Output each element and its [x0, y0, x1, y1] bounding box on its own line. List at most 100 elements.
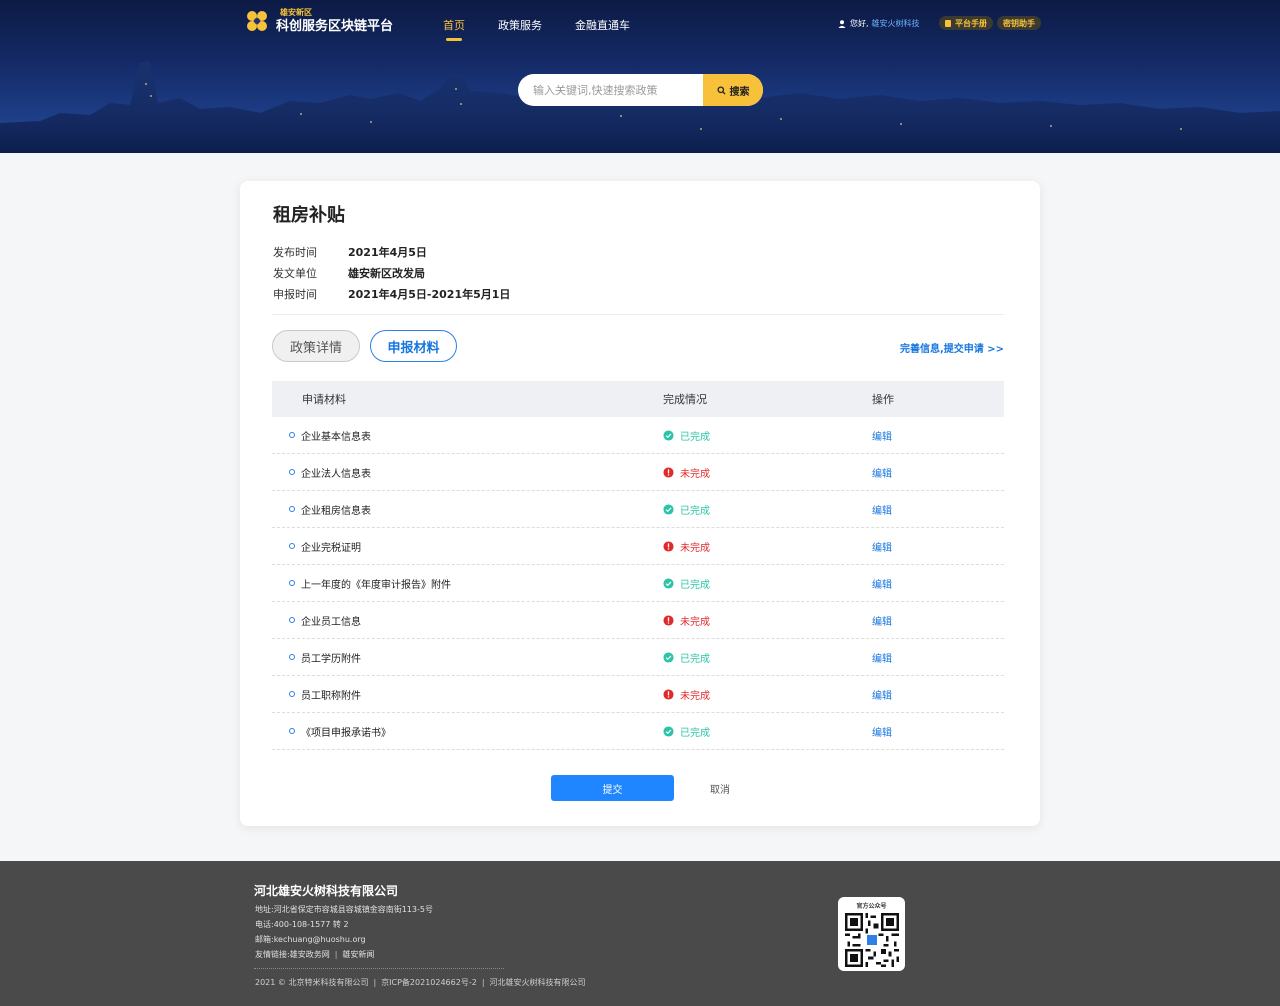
edit-link[interactable]: 编辑 — [872, 502, 1004, 517]
key-helper-label: 密钥助手 — [1003, 18, 1035, 28]
meta-key: 发文单位 — [273, 266, 317, 280]
search-input[interactable] — [518, 74, 703, 106]
username-link[interactable]: 雄安火树科技 — [872, 18, 920, 29]
cancel-button[interactable]: 取消 — [700, 775, 740, 801]
footer-email: 邮箱:kechuang@huoshu.org — [255, 935, 366, 944]
material-cell: 员工职称附件 — [272, 687, 663, 702]
platform-logo[interactable]: 雄安新区 科创服务区块链平台 — [246, 9, 393, 33]
footer-link-xiongan-news[interactable]: 雄安新闻 — [342, 950, 374, 959]
status-cell: 未完成 — [663, 465, 872, 480]
status-cell: 已完成 — [663, 650, 872, 665]
edit-link[interactable]: 编辑 — [872, 539, 1004, 554]
greeting-text: 您好, — [850, 19, 869, 28]
nav-policy-service[interactable]: 政策服务 — [498, 17, 542, 33]
tab-application-materials[interactable]: 申报材料 — [370, 330, 457, 362]
separator: | — [334, 950, 338, 959]
edit-link[interactable]: 编辑 — [872, 650, 1004, 665]
table-row: 员工职称附件 未完成 编辑 — [272, 676, 1004, 713]
status-cell: 未完成 — [663, 613, 872, 628]
meta-value: 雄安新区改发局 — [348, 266, 425, 280]
bullet-icon — [289, 506, 295, 512]
table-body: 企业基本信息表 已完成 编辑 企业法人信息表 未完成 编辑 企业租房信息表 已完成 编辑 企业完税… — [272, 417, 1004, 750]
material-cell: 企业租房信息表 — [272, 502, 663, 517]
check-circle-icon — [663, 577, 674, 589]
meta-row-apply-period: 申报时间 2021年4月5日-2021年5月1日 — [273, 283, 510, 304]
status-text: 未完成 — [680, 542, 710, 554]
material-name: 企业法人信息表 — [301, 468, 371, 480]
search-icon — [716, 85, 726, 95]
nav-home[interactable]: 首页 — [443, 17, 465, 41]
user-icon — [838, 19, 846, 28]
material-name: 企业基本信息表 — [301, 431, 371, 443]
edit-link[interactable]: 编辑 — [872, 724, 1004, 739]
material-cell: 员工学历附件 — [272, 650, 663, 665]
book-icon — [945, 19, 951, 27]
tab-policy-details[interactable]: 政策详情 — [272, 330, 360, 362]
submit-button[interactable]: 提交 — [551, 775, 674, 801]
edit-link[interactable]: 编辑 — [872, 613, 1004, 628]
status-cell: 已完成 — [663, 724, 872, 739]
copyright-company: 河北雄安火树科技有限公司 — [489, 978, 586, 987]
material-cell: 企业员工信息 — [272, 613, 663, 628]
search-button[interactable]: 搜索 — [703, 74, 763, 106]
key-helper-button[interactable]: 密钥助手 — [997, 16, 1041, 30]
copyright-text: 2021 © 北京特米科技有限公司 — [255, 978, 369, 987]
status-text: 已完成 — [680, 653, 710, 665]
check-circle-icon — [663, 429, 674, 441]
material-cell: 企业基本信息表 — [272, 428, 663, 443]
edit-link[interactable]: 编辑 — [872, 465, 1004, 480]
edit-link[interactable]: 编辑 — [872, 687, 1004, 702]
column-header-status: 完成情况 — [663, 393, 707, 406]
footer-phone: 电话:400-108-1577 转 2 — [255, 920, 349, 929]
column-header-material: 申请材料 — [302, 393, 346, 406]
complete-info-link[interactable]: 完善信息,提交申请 >> — [900, 340, 1004, 355]
footer-link-xiongan-gov[interactable]: 雄安政务网 — [290, 950, 330, 959]
meta-key: 申报时间 — [273, 287, 317, 301]
icp-record[interactable]: 京ICP备2021024662号-2 — [381, 978, 477, 987]
table-row: 上一年度的《年度审计报告》附件 已完成 编辑 — [272, 565, 1004, 602]
bullet-icon — [289, 580, 295, 586]
status-text: 已完成 — [680, 431, 710, 443]
platform-manual-label: 平台手册 — [955, 18, 987, 28]
footer-copyright: 2021 © 北京特米科技有限公司 | 京ICP备2021024662号-2 | 河北雄… — [255, 977, 586, 988]
material-cell: 《项目申报承诺书》 — [272, 724, 663, 739]
status-text: 未完成 — [680, 616, 710, 628]
check-circle-icon — [663, 503, 674, 515]
hero-banner: 雄安新区 科创服务区块链平台 首页 政策服务 金融直通车 您好, 雄安火树科技 … — [0, 0, 1280, 153]
main-nav: 首页 政策服务 金融直通车 — [443, 17, 663, 41]
logo-subtitle: 雄安新区 — [280, 8, 312, 17]
alert-circle-icon — [663, 614, 674, 626]
bullet-icon — [289, 728, 295, 734]
material-cell: 企业法人信息表 — [272, 465, 663, 480]
footer-divider — [254, 968, 504, 969]
platform-manual-button[interactable]: 平台手册 — [939, 16, 993, 30]
footer-links-label: 友情链接: — [255, 950, 290, 959]
bullet-icon — [289, 543, 295, 549]
material-name: 员工学历附件 — [301, 653, 361, 665]
table-row: 企业法人信息表 未完成 编辑 — [272, 454, 1004, 491]
check-circle-icon — [663, 651, 674, 663]
bullet-icon — [289, 469, 295, 475]
logo-title: 科创服务区块链平台 — [276, 19, 394, 34]
separator: | — [373, 978, 377, 987]
table-row: 企业员工信息 未完成 编辑 — [272, 602, 1004, 639]
check-circle-icon — [663, 725, 674, 737]
divider — [272, 314, 1004, 315]
meta-value: 2021年4月5日-2021年5月1日 — [348, 287, 511, 301]
edit-link[interactable]: 编辑 — [872, 428, 1004, 443]
material-name: 《项目申报承诺书》 — [301, 727, 391, 739]
edit-link[interactable]: 编辑 — [872, 576, 1004, 591]
policy-meta: 发布时间 2021年4月5日 发文单位 雄安新区改发局 申报时间 2021年4月… — [273, 241, 510, 304]
material-cell: 企业完税证明 — [272, 539, 663, 554]
nav-finance-express[interactable]: 金融直通车 — [575, 17, 630, 33]
column-header-operation: 操作 — [872, 393, 894, 406]
bullet-icon — [289, 691, 295, 697]
meta-row-publish-date: 发布时间 2021年4月5日 — [273, 241, 510, 262]
official-account-qr: 官方公众号 — [838, 897, 905, 971]
alert-circle-icon — [663, 688, 674, 700]
meta-key: 发布时间 — [273, 245, 317, 259]
status-text: 已完成 — [680, 579, 710, 591]
table-row: 《项目申报承诺书》 已完成 编辑 — [272, 713, 1004, 750]
status-cell: 已完成 — [663, 576, 872, 591]
bullet-icon — [289, 432, 295, 438]
